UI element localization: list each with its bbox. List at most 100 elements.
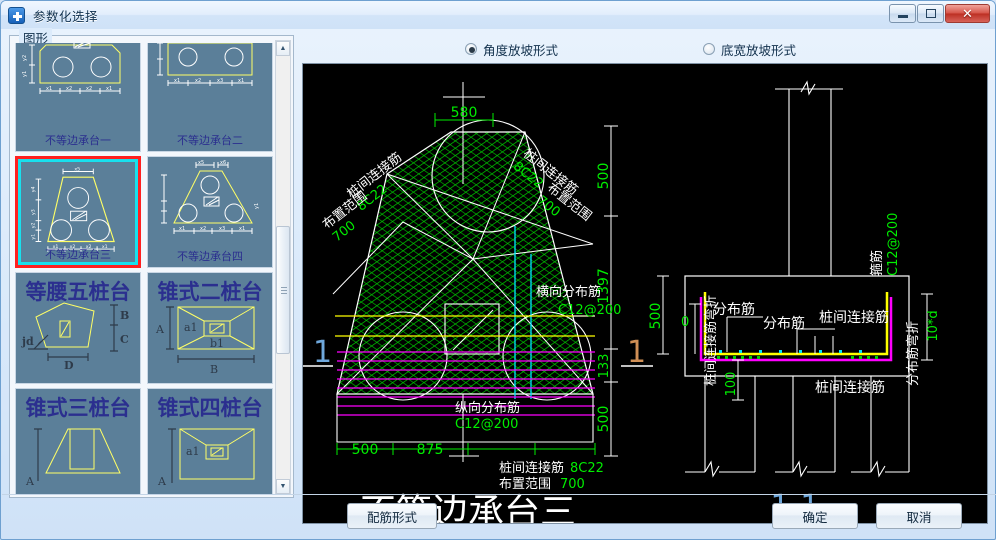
anno-pile-link-bottom: 桩间连接筋: [499, 460, 564, 476]
scrollbar-thumb[interactable]: [276, 226, 290, 354]
svg-text:A: A: [25, 475, 35, 488]
section-mark-right: 1: [627, 335, 646, 370]
shape-thumb-4[interactable]: 等腰五桩台 B C D jd: [15, 272, 141, 384]
rebar-form-button[interactable]: 配筋形式: [347, 503, 437, 529]
svg-text:a1: a1: [186, 445, 200, 458]
svg-text:y1: y1: [22, 71, 28, 77]
minimize-button[interactable]: [889, 4, 916, 23]
radio-angle-icon[interactable]: [465, 43, 477, 55]
shape-thumb-7[interactable]: 锥式四桩台 A a1: [147, 388, 273, 495]
dim-right-133: 133: [597, 354, 612, 379]
close-button[interactable]: ✕: [945, 4, 990, 23]
svg-text:x2: x2: [195, 78, 201, 84]
dialog-client-area: 图形 x1 x2 x2 x1 y2 y1 不等边承台一 x1 x2 x3 x1 …: [2, 28, 996, 539]
shape-list-panel: 图形 x1 x2 x2 x1 y2 y1 不等边承台一 x1 x2 x3 x1 …: [9, 28, 294, 498]
anno-transverse-spec: C12@200: [558, 303, 621, 318]
anno-section-pile-link-bend: 桩间连接筋弯折: [703, 295, 719, 386]
radio-bottomwidth-icon[interactable]: [703, 43, 716, 55]
shape-thumb-3[interactable]: x5 x6 x1 x2 x3 x1 y1 不等边承台四: [147, 156, 273, 268]
scroll-up-icon[interactable]: ▲: [276, 41, 290, 56]
dim-section-10d: 10*d: [926, 310, 941, 341]
radio-bottomwidth-label: 底宽放坡形式: [721, 43, 797, 58]
shape-thumb-2-selected[interactable]: x5 y4 y3 y2 y1 x1 x2 x2 x1 不等边承台三: [15, 156, 141, 268]
shape-thumb-label: 不等边承台二: [177, 134, 243, 147]
dim-right-500a: 500: [596, 163, 612, 190]
app-icon: [8, 6, 25, 24]
shape-thumb-label: 不等边承台四: [177, 250, 243, 263]
dialog-footer: 配筋形式 确定 取消: [2, 494, 996, 536]
svg-text:y1: y1: [254, 203, 260, 209]
shape-thumb-1[interactable]: x1 x2 x3 x1 不等边承台二: [147, 43, 273, 152]
shape-list-scrollbar[interactable]: ▲ ▼: [275, 40, 291, 495]
title-bar: 参数化选择 ✕: [1, 1, 995, 29]
shape-thumbnail-viewport: x1 x2 x2 x1 y2 y1 不等边承台一 x1 x2 x3 x1 不等边…: [13, 43, 275, 495]
dim-section-500: 500: [648, 303, 664, 330]
anno-section-stirrup: 箍筋: [869, 250, 885, 276]
section-mark-left: 1: [313, 335, 332, 370]
svg-text:b1: b1: [210, 337, 224, 350]
svg-text:D: D: [64, 359, 74, 372]
svg-text:y2: y2: [22, 55, 28, 61]
svg-text:x5: x5: [74, 167, 80, 173]
shape-thumb-label: 不等边承台一: [45, 134, 111, 147]
anno-section-stirrup-spec: C12@200: [886, 213, 901, 276]
plan-view: 580 500 875 500 1397 133 500 桩间连接筋 8C22 …: [303, 82, 653, 523]
close-icon: ✕: [962, 5, 973, 21]
radio-option-bottomwidth[interactable]: 底宽放坡形式: [703, 40, 796, 59]
dim-top-580: 580: [451, 105, 478, 121]
anno-section-distribution-2: 分布筋: [763, 315, 805, 332]
dim-section-0: 0: [681, 315, 689, 330]
svg-text:x1: x1: [239, 226, 245, 232]
svg-text:x2: x2: [200, 226, 206, 232]
svg-text:jd: jd: [21, 335, 34, 348]
cad-preview-canvas[interactable]: 580 500 875 500 1397 133 500 桩间连接筋 8C22 …: [302, 63, 988, 524]
anno-section-pile-link-2: 桩间连接筋: [815, 379, 885, 396]
radio-angle-label: 角度放坡形式: [483, 43, 559, 58]
svg-text:y2: y2: [31, 222, 37, 228]
anno-700-bottom: 700: [560, 477, 585, 492]
svg-text:x3: x3: [217, 78, 223, 84]
radio-option-angle[interactable]: 角度放坡形式: [465, 40, 558, 59]
dialog-window: 参数化选择 ✕ 图形 x1 x2 x2 x1 y2 y1 不等边承台一 x1 x…: [0, 0, 996, 540]
shape-list-legend: 图形: [19, 28, 53, 46]
anno-section-distribution-bend: 分布筋弯折: [905, 321, 921, 386]
slope-form-options: 角度放坡形式 底宽放坡形式: [302, 35, 988, 63]
svg-text:y1: y1: [31, 234, 37, 240]
svg-text:x6: x6: [220, 160, 226, 166]
shape-thumb-label: 不等边承台三: [45, 248, 111, 261]
svg-text:y4: y4: [31, 186, 37, 192]
svg-text:A: A: [155, 323, 165, 336]
shape-thumb-0[interactable]: x1 x2 x2 x1 y2 y1 不等边承台一: [15, 43, 141, 152]
svg-text:x1: x1: [106, 86, 112, 92]
section-view-1-1: 500 0 100 10*d 分布筋 分布筋 桩间连接筋 箍筋 C12@200 …: [648, 80, 941, 523]
minimize-icon: [890, 5, 915, 22]
anno-longitudinal-spec: C12@200: [455, 417, 518, 432]
ok-button[interactable]: 确定: [772, 503, 858, 529]
cancel-button[interactable]: 取消: [876, 503, 962, 529]
anno-8c22-bottom: 8C22: [570, 461, 604, 476]
svg-text:x1: x1: [238, 78, 244, 84]
anno-transverse-rebar: 横向分布筋: [536, 284, 601, 300]
svg-text:a1: a1: [184, 321, 198, 334]
shape-thumb-5[interactable]: 锥式二桩台 A B a1 b1: [147, 272, 273, 384]
shape-thumbnail-grid: x1 x2 x2 x1 y2 y1 不等边承台一 x1 x2 x3 x1 不等边…: [13, 43, 275, 495]
maximize-button[interactable]: [917, 4, 944, 23]
window-controls: ✕: [889, 4, 990, 23]
shape-thumb-6[interactable]: 锥式三桩台 A: [15, 388, 141, 495]
svg-text:A: A: [157, 475, 167, 488]
svg-text:x1: x1: [179, 226, 185, 232]
dim-section-100: 100: [724, 372, 739, 397]
svg-text:C: C: [120, 333, 129, 346]
anno-section-pile-link: 桩间连接筋: [819, 309, 889, 326]
svg-text:x1: x1: [46, 86, 52, 92]
scroll-down-icon[interactable]: ▼: [276, 479, 290, 494]
anno-section-distribution-1: 分布筋: [713, 301, 755, 318]
svg-text:x3: x3: [219, 226, 225, 232]
dim-right-500b: 500: [596, 406, 612, 433]
svg-text:x2: x2: [86, 86, 92, 92]
svg-text:B: B: [210, 363, 218, 376]
svg-text:x2: x2: [66, 86, 72, 92]
anno-range-bottom: 布置范围: [499, 477, 551, 492]
dim-bottom-500: 500: [352, 442, 379, 458]
svg-text:B: B: [120, 309, 129, 322]
